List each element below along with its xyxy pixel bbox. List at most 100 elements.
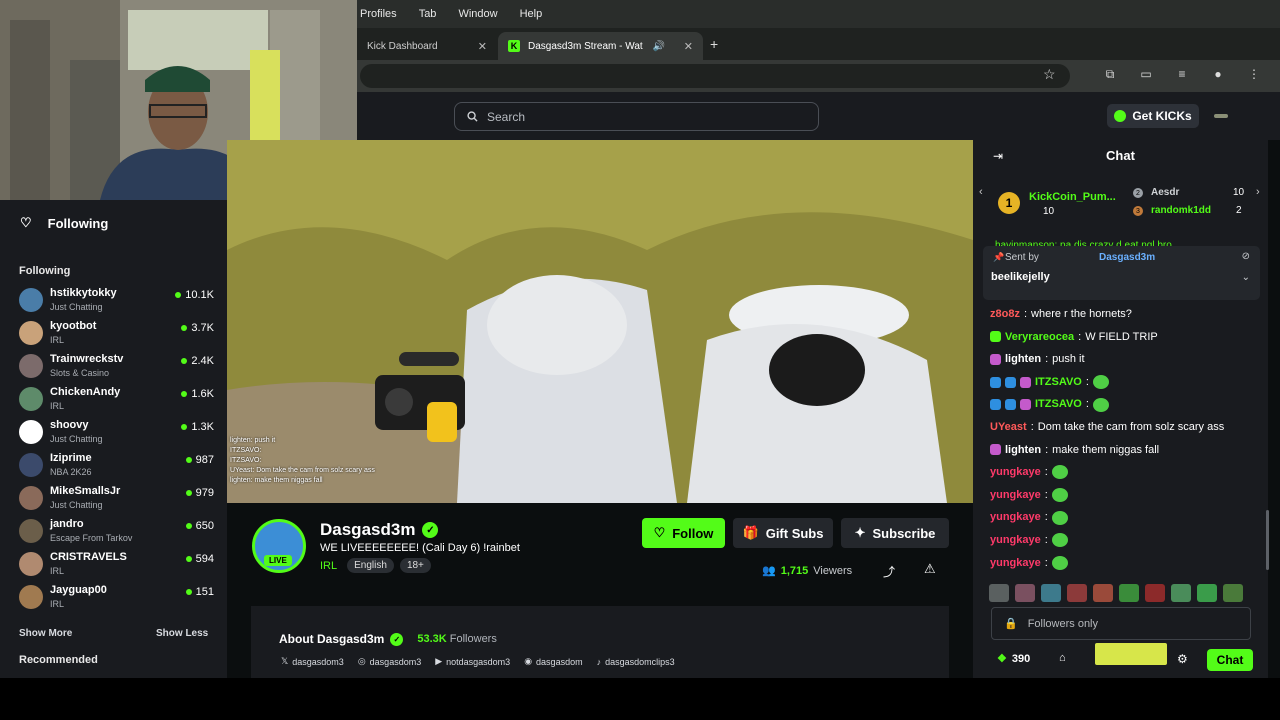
- emote-icon[interactable]: [1223, 584, 1243, 602]
- channel-points[interactable]: ❖ 390: [997, 652, 1030, 666]
- chat-user[interactable]: yungkaye: [990, 484, 1041, 507]
- sidebar-channel[interactable]: Jayguap00 IRL 151: [19, 582, 214, 612]
- chat-user[interactable]: ITZSAVO: [1035, 371, 1082, 394]
- chat-message[interactable]: yungkaye:: [990, 552, 1260, 575]
- chat-message[interactable]: yungkaye:: [990, 529, 1260, 552]
- emote-icon[interactable]: [1067, 584, 1087, 602]
- chat-user[interactable]: yungkaye: [990, 552, 1041, 575]
- leader-name[interactable]: Aesdr: [1151, 187, 1179, 198]
- chat-user[interactable]: z8o8z: [990, 303, 1020, 326]
- media-icon[interactable]: ≡: [1174, 67, 1190, 82]
- chat-message[interactable]: yungkaye:: [990, 506, 1260, 529]
- sidebar-channel[interactable]: Trainwreckstv Slots & Casino 2.4K: [19, 351, 214, 381]
- user-menu-icon[interactable]: [1214, 114, 1228, 118]
- pinned-sender[interactable]: Dasgasd3m: [1099, 252, 1155, 263]
- pinned-user[interactable]: beelikejelly: [991, 271, 1050, 283]
- new-tab-icon[interactable]: +: [710, 36, 718, 52]
- emote-icon[interactable]: [1093, 584, 1113, 602]
- chat-scrollbar[interactable]: [1266, 510, 1269, 570]
- chat-message[interactable]: ITZSAVO:: [990, 371, 1260, 394]
- streamer-name[interactable]: Dasgasd3m ✓: [320, 520, 439, 540]
- chevron-down-icon[interactable]: ⌄: [1242, 272, 1250, 283]
- store-icon[interactable]: ⌂: [1059, 652, 1066, 664]
- category-link[interactable]: IRL: [320, 560, 337, 572]
- audio-icon[interactable]: 🔊: [653, 41, 665, 52]
- sidebar-channel[interactable]: hstikkytokky Just Chatting 10.1K: [19, 285, 214, 315]
- search-input[interactable]: Search: [454, 102, 819, 131]
- sidebar-channel[interactable]: Iziprime NBA 2K26 987: [19, 450, 214, 480]
- cast-icon[interactable]: ▭: [1138, 67, 1154, 82]
- chat-message[interactable]: lighten: push it: [990, 348, 1260, 371]
- emote-icon[interactable]: [1015, 584, 1035, 602]
- chat-user[interactable]: yungkaye: [990, 461, 1041, 484]
- menu-tab[interactable]: Tab: [419, 8, 437, 20]
- chat-message[interactable]: z8o8z: where r the hornets?: [990, 303, 1260, 326]
- leader-name[interactable]: randomk1dd: [1151, 205, 1211, 216]
- menu-profiles[interactable]: Profiles: [360, 8, 397, 20]
- social-link-youtube[interactable]: ▶ notdasgasdom3: [435, 656, 510, 667]
- sidebar-channel[interactable]: ChickenAndy IRL 1.6K: [19, 384, 214, 414]
- chat-user[interactable]: lighten: [1005, 348, 1041, 371]
- emote-icon[interactable]: [1145, 584, 1165, 602]
- emote-icon[interactable]: [1119, 584, 1139, 602]
- show-less-button[interactable]: Show Less: [156, 628, 208, 639]
- report-icon[interactable]: ⚠: [924, 561, 936, 577]
- profile-icon[interactable]: ●: [1210, 67, 1226, 82]
- menu-window[interactable]: Window: [458, 8, 497, 20]
- chevron-right-icon[interactable]: ›: [1256, 186, 1260, 198]
- subscribe-button[interactable]: ✦ Subscribe: [841, 518, 949, 548]
- close-tab-icon[interactable]: ✕: [684, 40, 693, 53]
- menu-icon[interactable]: ⋮: [1246, 67, 1262, 82]
- emote-picker-icon[interactable]: [1095, 643, 1167, 665]
- chat-user[interactable]: Veryrareocea: [1005, 326, 1074, 349]
- sidebar-channel[interactable]: shoovy Just Chatting 1.3K: [19, 417, 214, 447]
- extensions-icon[interactable]: ⧉: [1102, 67, 1118, 82]
- chat-message[interactable]: lighten: make them niggas fall: [990, 439, 1260, 462]
- hide-icon[interactable]: ⊘: [1242, 251, 1250, 262]
- tab-stream[interactable]: K Dasgasd3m Stream - Wat 🔊 ✕: [498, 32, 703, 60]
- share-icon[interactable]: ⤴: [883, 563, 895, 580]
- gift-subs-button[interactable]: 🎁 Gift Subs: [733, 518, 833, 548]
- tab-title: Kick Dashboard: [367, 40, 438, 52]
- chat-message[interactable]: UYeast: Dom take the cam from solz scary…: [990, 416, 1260, 439]
- leader-name[interactable]: KickCoin_Pum...: [1029, 191, 1116, 203]
- sidebar-channel[interactable]: jandro Escape From Tarkov 650: [19, 516, 214, 546]
- bookmark-star-icon[interactable]: ☆: [1043, 66, 1056, 83]
- chat-user[interactable]: UYeast: [990, 416, 1027, 439]
- sidebar-channel[interactable]: CRISTRAVELS IRL 594: [19, 549, 214, 579]
- chat-user[interactable]: yungkaye: [990, 529, 1041, 552]
- tag[interactable]: English: [347, 558, 394, 573]
- sidebar-channel[interactable]: kyootbot IRL 3.7K: [19, 318, 214, 348]
- social-link-x[interactable]: 𝕏dasgasdom3: [281, 656, 344, 667]
- sidebar-channel[interactable]: MikeSmallsJr Just Chatting 979: [19, 483, 214, 513]
- chat-message[interactable]: ITZSAVO:: [990, 393, 1260, 416]
- send-chat-button[interactable]: Chat: [1207, 649, 1253, 671]
- chat-message[interactable]: yungkaye:: [990, 461, 1260, 484]
- get-kicks-button[interactable]: Get KICKs: [1107, 104, 1199, 128]
- emote-icon[interactable]: [1197, 584, 1217, 602]
- settings-gear-icon[interactable]: ⚙: [1177, 652, 1188, 666]
- emote-icon[interactable]: [989, 584, 1009, 602]
- social-link-discord[interactable]: ◉ dasgasdom: [524, 656, 582, 667]
- chat-user[interactable]: ITZSAVO: [1035, 393, 1082, 416]
- tag[interactable]: 18+: [399, 558, 431, 573]
- social-link-tiktok[interactable]: ♪ dasgasdomclips3: [597, 656, 675, 667]
- chevron-left-icon[interactable]: ‹: [979, 186, 983, 198]
- pinned-message[interactable]: 📌 Sent by Dasgasd3m beelikejelly ⊘ ⌄: [983, 246, 1260, 300]
- chat-user[interactable]: yungkaye: [990, 506, 1041, 529]
- chat-input[interactable]: 🔒 Followers only: [991, 607, 1251, 640]
- show-more-button[interactable]: Show More: [19, 628, 72, 639]
- video-player[interactable]: lighten: push it ITZSAVO: ITZSAVO: UYeas…: [227, 140, 973, 503]
- chat-message[interactable]: yungkaye:: [990, 484, 1260, 507]
- tab-kick-dashboard[interactable]: Kick Dashboard ✕: [357, 32, 497, 60]
- chat-message[interactable]: Veryrareocea: W FIELD TRIP: [990, 326, 1260, 349]
- emote-icon[interactable]: [1171, 584, 1191, 602]
- social-link-instagram[interactable]: ◎ dasgasdom3: [358, 656, 421, 667]
- following-header[interactable]: ♡ Following: [20, 215, 108, 231]
- url-field[interactable]: [360, 64, 1070, 88]
- follow-button[interactable]: ♡ Follow: [642, 518, 725, 548]
- emote-icon[interactable]: [1041, 584, 1061, 602]
- close-tab-icon[interactable]: ✕: [478, 40, 487, 53]
- menu-help[interactable]: Help: [520, 8, 543, 20]
- chat-user[interactable]: lighten: [1005, 439, 1041, 462]
